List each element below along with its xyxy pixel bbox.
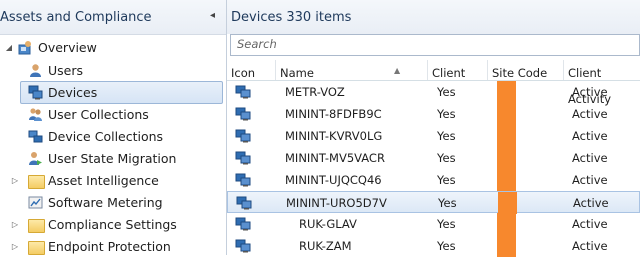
navigation-pane: Assets and Compliance ◂ ◢ Overview Users	[0, 0, 227, 255]
devices-pane: Devices 330 items Icon Name ▲ Client Sit…	[227, 0, 640, 257]
user-state-migration-icon	[29, 152, 42, 165]
table-row[interactable]: MININT-MV5VACR Yes Active	[227, 147, 640, 169]
client-activity: Active	[572, 173, 608, 187]
column-header-name[interactable]: Name ▲	[276, 60, 428, 80]
tree-item-label: Asset Intelligence	[48, 173, 159, 188]
client-activity: Active	[572, 107, 608, 121]
collapse-pane-icon[interactable]: ◂	[210, 10, 220, 22]
site-code-redacted	[497, 169, 516, 191]
device-name: RUK-GLAV	[299, 217, 357, 231]
tree-item-label: Compliance Settings	[48, 217, 177, 232]
computer-icon	[235, 239, 251, 253]
client-status: Yes	[437, 129, 456, 143]
expand-arrow-icon[interactable]: ▷	[10, 214, 20, 235]
tree-item-overview[interactable]: ◢ Overview	[0, 37, 224, 58]
client-activity: Active	[572, 85, 608, 99]
client-activity: Active	[573, 196, 609, 210]
computer-icon	[235, 107, 251, 121]
tree-item-asset-intelligence[interactable]: ▷ Asset Intelligence	[0, 170, 224, 191]
device-collections-icon	[28, 130, 43, 143]
device-name: MININT-MV5VACR	[285, 151, 385, 165]
search-input[interactable]	[231, 35, 627, 53]
folder-icon	[28, 241, 45, 255]
site-code-redacted	[497, 81, 516, 103]
search-box[interactable]	[230, 34, 640, 56]
tree-item-label: Devices	[48, 85, 98, 100]
client-status: Yes	[437, 151, 456, 165]
collapse-arrow-icon[interactable]: ◢	[4, 37, 14, 58]
computer-icon	[235, 173, 251, 187]
overview-icon	[18, 41, 31, 55]
tree-item-devices[interactable]: Devices	[20, 81, 223, 104]
tree-item-label: User Collections	[48, 107, 149, 122]
table-row[interactable]: METR-VOZ Yes Active	[227, 81, 640, 103]
table-row[interactable]: MININT-8FDFB9C Yes Active	[227, 103, 640, 125]
computer-icon	[236, 196, 252, 210]
table-row[interactable]: RUK-ZAM Yes Active	[227, 235, 640, 257]
device-name: METR-VOZ	[285, 85, 345, 99]
software-metering-icon	[28, 196, 43, 209]
table-row[interactable]: RUK-GLAV Yes Active	[227, 213, 640, 235]
tree-item-device-collections[interactable]: Device Collections	[0, 126, 224, 147]
tree-item-endpoint-protection[interactable]: ▷ Endpoint Protection	[0, 236, 224, 255]
client-status: Yes	[437, 85, 456, 99]
users-icon	[30, 64, 41, 77]
column-header-label: Name	[280, 66, 314, 80]
tree-item-user-state-migration[interactable]: User State Migration	[0, 148, 224, 169]
computer-icon	[235, 85, 251, 99]
tree-item-users[interactable]: Users	[0, 60, 224, 81]
devices-icon	[28, 85, 43, 100]
client-status: Yes	[437, 239, 456, 253]
table-row-selected[interactable]: MININT-URO5D7V Yes Active	[227, 191, 640, 214]
tree-item-label: Software Metering	[48, 195, 163, 210]
table-row[interactable]: MININT-UJQCQ46 Yes Active	[227, 169, 640, 191]
device-name: MININT-KVRV0LG	[285, 129, 383, 143]
tree-item-label: User State Migration	[48, 151, 177, 166]
folder-icon	[28, 219, 45, 233]
column-header-row: Icon Name ▲ Client Site Code Client Acti…	[227, 60, 640, 106]
user-collections-icon	[29, 108, 42, 121]
computer-icon	[235, 129, 251, 143]
expand-arrow-icon[interactable]: ▷	[10, 170, 20, 191]
nav-header: Assets and Compliance ◂	[0, 0, 226, 35]
client-status: Yes	[438, 196, 457, 210]
tree-item-label: Device Collections	[48, 129, 164, 144]
expand-arrow-icon[interactable]: ▷	[10, 236, 20, 255]
client-activity: Active	[572, 239, 608, 253]
tree-item-compliance-settings[interactable]: ▷ Compliance Settings	[0, 214, 224, 235]
device-name: MININT-URO5D7V	[286, 196, 387, 210]
site-code-redacted	[498, 192, 517, 214]
table-row[interactable]: MININT-KVRV0LG Yes Active	[227, 125, 640, 147]
column-header-client[interactable]: Client	[428, 60, 488, 80]
page-title: Devices 330 items	[231, 10, 352, 25]
site-code-redacted	[497, 213, 516, 235]
computer-icon	[235, 217, 251, 231]
column-header-icon[interactable]: Icon	[227, 60, 276, 80]
computer-icon	[235, 151, 251, 165]
tree-item-label: Users	[48, 63, 84, 78]
client-status: Yes	[437, 107, 456, 121]
site-code-redacted	[497, 147, 516, 169]
device-name: MININT-8FDFB9C	[285, 107, 382, 121]
client-activity: Active	[572, 151, 608, 165]
device-name: MININT-UJQCQ46	[285, 173, 382, 187]
client-status: Yes	[437, 217, 456, 231]
site-code-redacted	[497, 103, 516, 125]
client-status: Yes	[437, 173, 456, 187]
folder-icon	[28, 175, 45, 189]
tree-item-label: Overview	[38, 40, 97, 55]
client-activity: Active	[572, 217, 608, 231]
tree-item-label: Endpoint Protection	[48, 239, 171, 254]
main-header: Devices 330 items	[227, 0, 640, 34]
column-header-site-code[interactable]: Site Code	[488, 60, 564, 80]
tree-item-software-metering[interactable]: Software Metering	[0, 192, 224, 213]
tree-item-user-collections[interactable]: User Collections	[0, 104, 224, 125]
site-code-redacted	[497, 125, 516, 147]
nav-title: Assets and Compliance	[0, 10, 152, 25]
client-activity: Active	[572, 129, 608, 143]
column-header-client-activity[interactable]: Client Activity	[564, 60, 640, 106]
site-code-redacted	[497, 235, 516, 257]
device-name: RUK-ZAM	[299, 239, 352, 253]
